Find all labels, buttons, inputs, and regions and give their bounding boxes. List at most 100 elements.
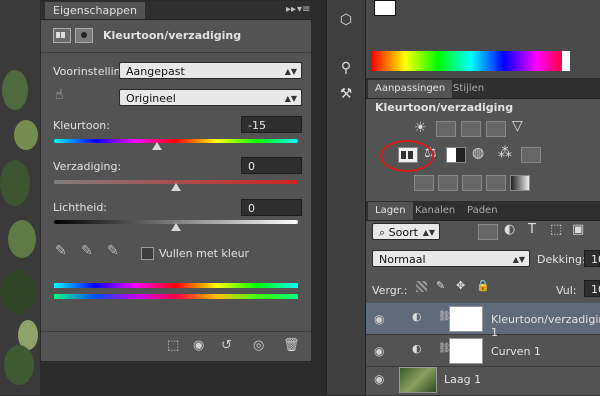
brightness-contrast-icon[interactable]: ☀ xyxy=(414,120,427,136)
black-white-icon[interactable] xyxy=(446,147,466,163)
chevron-updown-icon: ▲▼ xyxy=(284,94,297,103)
right-panels: Aanpassingen Stijlen Kleurtoon/verzadigi… xyxy=(366,0,600,396)
adjustments-title: Kleurtoon/verzadiging xyxy=(375,101,514,114)
opacity-label: Dekking: xyxy=(537,253,586,266)
lightness-slider-thumb[interactable] xyxy=(171,223,181,231)
eyedropper-minus-icon[interactable]: ✎ xyxy=(107,243,119,259)
tab-adjustments[interactable]: Aanpassingen xyxy=(368,80,453,98)
layer-row[interactable]: ◉ ◐ ⛓ Curven 1 xyxy=(366,335,600,367)
visibility-eye-icon[interactable]: ◉ xyxy=(374,312,384,326)
photo-filter-icon[interactable]: ◍ xyxy=(472,145,484,161)
channel-select[interactable]: Origineel ▲▼ xyxy=(119,89,302,106)
colorize-checkbox[interactable] xyxy=(141,247,154,260)
tab-properties[interactable]: Eigenschappen xyxy=(45,2,145,19)
lock-pixels-icon[interactable]: ✎ xyxy=(436,279,445,292)
blend-mode-select[interactable]: Normaal ▲▼ xyxy=(372,250,530,267)
trash-icon[interactable]: 🗑 xyxy=(283,332,300,360)
layers-tabbar: Lagen Kanalen Paden xyxy=(366,201,600,221)
tool-presets-icon[interactable]: ⚒ xyxy=(335,84,357,104)
filter-adjustment-icon[interactable]: ◐ xyxy=(504,222,515,237)
fill-field[interactable]: 100 xyxy=(584,280,600,297)
layer-row[interactable]: ◉ Laag 1 xyxy=(366,364,600,396)
layer-thumbnail[interactable] xyxy=(399,367,437,393)
layer-filter-select[interactable]: ⌕ Soort ▲▼ xyxy=(372,223,440,240)
layer-mask-thumbnail[interactable] xyxy=(449,306,483,332)
mask-icon[interactable] xyxy=(75,28,93,43)
saturation-slider-thumb[interactable] xyxy=(171,183,181,191)
lock-transparent-icon[interactable] xyxy=(416,281,427,292)
selective-color-icon[interactable] xyxy=(486,175,506,191)
hue-field[interactable]: -15 xyxy=(241,116,302,133)
filter-pixel-icon[interactable] xyxy=(478,224,498,240)
chevron-updown-icon: ▲▼ xyxy=(284,67,297,76)
output-spectrum-bar xyxy=(54,294,298,299)
clip-to-layer-icon[interactable]: ⬚ xyxy=(167,332,179,360)
collapse-icon[interactable]: ▸▸ xyxy=(286,1,296,19)
lightness-label: Lichtheid: xyxy=(53,201,108,214)
gradient-map-icon[interactable] xyxy=(510,175,530,191)
panel-dock-column: ⬡ ⚲ ⚒ xyxy=(326,0,366,395)
filter-type-icon[interactable]: T xyxy=(528,222,536,237)
hue-label: Kleurtoon: xyxy=(53,119,110,132)
channel-mixer-icon[interactable]: ⁂ xyxy=(498,145,512,161)
adjustment-layer-icon[interactable] xyxy=(53,28,71,43)
visibility-eye-icon[interactable]: ◉ xyxy=(374,344,384,358)
color-panel xyxy=(366,0,600,79)
adjustment-layer-icon: ◐ xyxy=(412,310,422,323)
eyedropper-icon[interactable]: ✎ xyxy=(55,243,67,259)
saturation-label: Verzadiging: xyxy=(53,160,122,173)
filter-smart-object-icon[interactable]: ▣ xyxy=(572,222,584,237)
lock-all-icon[interactable]: 🔒 xyxy=(476,279,490,292)
tab-paths[interactable]: Paden xyxy=(460,202,505,220)
opacity-field[interactable]: 100 xyxy=(584,250,600,267)
brush-presets-icon[interactable]: ⚲ xyxy=(335,58,357,78)
lock-label: Vergr.: xyxy=(372,284,408,297)
eyedropper-plus-icon[interactable]: ✎ xyxy=(81,243,93,259)
foreground-color-swatch[interactable] xyxy=(374,0,396,16)
layer-name[interactable]: Laag 1 xyxy=(444,373,481,386)
lightness-field[interactable]: 0 xyxy=(241,199,302,216)
properties-header: Kleurtoon/verzadiging xyxy=(41,20,311,53)
curves-icon[interactable] xyxy=(461,121,481,137)
color-lookup-icon[interactable] xyxy=(521,147,541,163)
cube-3d-icon[interactable]: ⬡ xyxy=(335,10,357,30)
visibility-eye-icon[interactable]: ◎ xyxy=(253,332,264,360)
saturation-field[interactable]: 0 xyxy=(241,157,302,174)
reset-icon[interactable]: ↺ xyxy=(221,332,232,360)
panel-menu-icon[interactable]: ▾≡ xyxy=(297,1,310,19)
properties-footer: ⬚ ◉ ↺ ◎ 🗑 xyxy=(41,331,311,362)
hue-slider-thumb[interactable] xyxy=(152,142,162,150)
lock-position-icon[interactable]: ✥ xyxy=(456,279,465,292)
visibility-eye-icon[interactable]: ◉ xyxy=(374,372,384,386)
view-previous-icon[interactable]: ◉ xyxy=(193,332,204,360)
properties-title: Kleurtoon/verzadiging xyxy=(103,29,242,42)
adjustment-layer-icon: ◐ xyxy=(412,342,422,355)
input-spectrum-bar xyxy=(54,283,298,288)
highlight-circle xyxy=(380,140,434,172)
search-icon: ⌕ xyxy=(379,226,389,239)
filter-shape-icon[interactable]: ⬚ xyxy=(550,222,562,237)
spectrum-white-swatch[interactable] xyxy=(562,51,570,71)
layer-mask-thumbnail[interactable] xyxy=(449,338,483,364)
vibrance-icon[interactable]: ▽ xyxy=(512,118,523,134)
chevron-updown-icon: ▲▼ xyxy=(512,255,525,264)
color-spectrum[interactable] xyxy=(372,51,570,71)
layer-row[interactable]: ◉ ◐ ⛓ Kleurtoon/verzadiging 1 xyxy=(366,303,600,339)
tab-layers[interactable]: Lagen xyxy=(368,202,413,220)
posterize-icon[interactable] xyxy=(438,175,458,191)
tab-channels[interactable]: Kanalen xyxy=(408,202,462,220)
exposure-icon[interactable] xyxy=(486,121,506,137)
colorize-label: Vullen met kleur xyxy=(159,247,250,260)
fill-label: Vul: xyxy=(556,284,577,297)
tab-styles[interactable]: Stijlen xyxy=(446,80,491,98)
layer-name[interactable]: Curven 1 xyxy=(491,345,541,358)
hand-target-icon[interactable]: ☝ xyxy=(55,87,64,103)
invert-icon[interactable] xyxy=(414,175,434,191)
preset-select[interactable]: Aangepast ▲▼ xyxy=(119,62,302,79)
chevron-updown-icon: ▲▼ xyxy=(422,228,435,237)
levels-icon[interactable] xyxy=(436,121,456,137)
threshold-icon[interactable] xyxy=(462,175,482,191)
properties-tabbar: Eigenschappen ▸▸ ▾≡ xyxy=(41,1,311,20)
adjustments-tabbar: Aanpassingen Stijlen xyxy=(366,79,600,99)
hue-slider-track[interactable] xyxy=(54,139,298,143)
